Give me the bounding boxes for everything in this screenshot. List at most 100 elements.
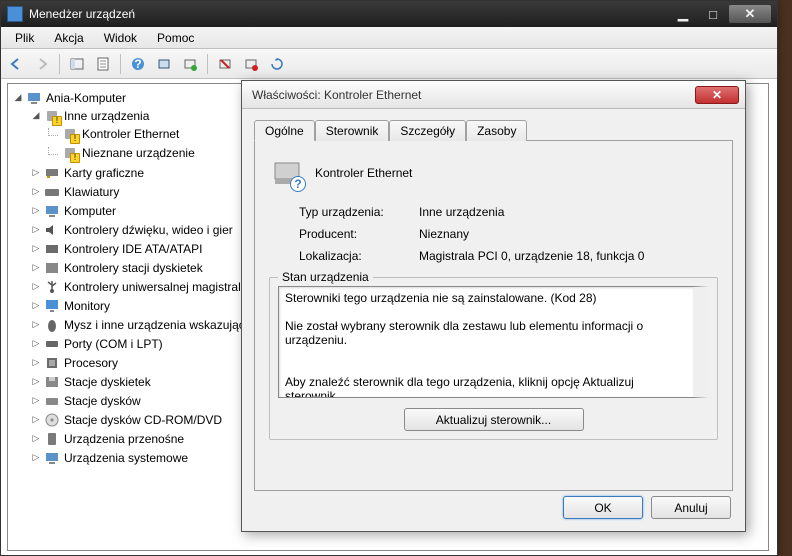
menubar: Plik Akcja Widok Pomoc: [1, 27, 777, 49]
dialog-titlebar[interactable]: Właściwości: Kontroler Ethernet ✕: [242, 81, 745, 109]
scroll-down-button[interactable]: ▾: [694, 382, 708, 396]
collapse-icon[interactable]: ◢: [30, 110, 42, 122]
properties-button[interactable]: [92, 53, 114, 75]
maximize-button[interactable]: □: [699, 5, 727, 23]
expand-icon[interactable]: ▷: [30, 433, 42, 445]
manufacturer-value: Nieznany: [419, 227, 718, 241]
expand-icon[interactable]: ▷: [30, 262, 42, 274]
expand-icon[interactable]: ▷: [30, 186, 42, 198]
collapse-icon[interactable]: ◢: [12, 92, 24, 104]
status-group-title: Stan urządzenia: [278, 270, 373, 284]
disable-button[interactable]: [240, 53, 262, 75]
tree-label: Klawiatury: [64, 185, 119, 199]
type-label: Typ urządzenia:: [299, 205, 419, 219]
floppy-controller-icon: [44, 260, 60, 276]
unknown-device-icon: !: [62, 126, 78, 142]
system-device-icon: [44, 450, 60, 466]
computer-icon: [44, 203, 60, 219]
tab-content-general: ? Kontroler Ethernet Typ urządzenia: Inn…: [254, 141, 733, 491]
computer-icon: [26, 90, 42, 106]
device-large-icon: ?: [269, 155, 305, 191]
processor-icon: [44, 355, 60, 371]
tab-driver[interactable]: Sterownik: [315, 120, 390, 141]
help-button[interactable]: ?: [127, 53, 149, 75]
menu-help[interactable]: Pomoc: [147, 29, 204, 47]
expand-icon[interactable]: ▷: [30, 281, 42, 293]
tree-label: Mysz i inne urządzenia wskazujące: [64, 318, 251, 332]
expand-icon[interactable]: ▷: [30, 319, 42, 331]
tab-resources[interactable]: Zasoby: [466, 120, 527, 141]
disk-drive-icon: [44, 393, 60, 409]
tabstrip: Ogólne Sterownik Szczegóły Zasoby: [254, 119, 733, 141]
device-status-group: Stan urządzenia Sterowniki tego urządzen…: [269, 277, 718, 440]
usb-controller-icon: [44, 279, 60, 295]
type-value: Inne urządzenia: [419, 205, 718, 219]
tree-label: Kontrolery dźwięku, wideo i gier: [64, 223, 233, 237]
device-name: Kontroler Ethernet: [315, 166, 412, 180]
expand-icon[interactable]: ▷: [30, 224, 42, 236]
monitor-icon: [44, 298, 60, 314]
cdrom-icon: [44, 412, 60, 428]
tree-label: Kontrolery stacji dyskietek: [64, 261, 203, 275]
toolbar: ?: [1, 49, 777, 79]
show-hide-tree-button[interactable]: [66, 53, 88, 75]
tree-root-label: Ania-Komputer: [46, 91, 126, 105]
ok-button[interactable]: OK: [563, 496, 643, 519]
tab-general[interactable]: Ogólne: [254, 120, 315, 141]
expand-icon[interactable]: ▷: [30, 376, 42, 388]
close-button[interactable]: ✕: [729, 5, 771, 23]
expand-icon[interactable]: ▷: [30, 205, 42, 217]
tree-label: Monitory: [64, 299, 110, 313]
location-value: Magistrala PCI 0, urządzenie 18, funkcja…: [419, 249, 718, 263]
tree-label: Stacje dysków: [64, 394, 141, 408]
menu-file[interactable]: Plik: [5, 29, 44, 47]
expand-icon[interactable]: ▷: [30, 243, 42, 255]
tree-label: Kontroler Ethernet: [82, 127, 179, 141]
tree-label: Urządzenia systemowe: [64, 451, 188, 465]
scan-button[interactable]: [153, 53, 175, 75]
device-status-text[interactable]: Sterowniki tego urządzenia nie są zainst…: [278, 286, 709, 398]
expand-icon[interactable]: ▷: [30, 338, 42, 350]
expand-icon[interactable]: ▷: [30, 167, 42, 179]
floppy-drive-icon: [44, 374, 60, 390]
ide-controller-icon: [44, 241, 60, 257]
tree-label: Stacje dyskietek: [64, 375, 151, 389]
refresh-button[interactable]: [266, 53, 288, 75]
expand-icon[interactable]: ▷: [30, 357, 42, 369]
forward-button[interactable]: [31, 53, 53, 75]
cancel-button[interactable]: Anuluj: [651, 496, 731, 519]
menu-action[interactable]: Akcja: [44, 29, 93, 47]
uninstall-button[interactable]: [214, 53, 236, 75]
unknown-device-icon: !: [62, 145, 78, 161]
manufacturer-label: Producent:: [299, 227, 419, 241]
speaker-icon: [44, 222, 60, 238]
port-icon: [44, 336, 60, 352]
question-badge-icon: ?: [290, 176, 306, 192]
tree-label: Nieznane urządzenie: [82, 146, 195, 160]
tree-label: Porty (COM i LPT): [64, 337, 163, 351]
back-button[interactable]: [5, 53, 27, 75]
tree-label: Urządzenia przenośne: [64, 432, 184, 446]
tree-label: Kontrolery IDE ATA/ATAPI: [64, 242, 203, 256]
location-label: Lokalizacja:: [299, 249, 419, 263]
titlebar[interactable]: Menedżer urządzeń ▁ □ ✕: [1, 1, 777, 27]
dialog-close-button[interactable]: ✕: [695, 86, 739, 104]
expand-icon[interactable]: ▷: [30, 395, 42, 407]
tree-label: Inne urządzenia: [64, 109, 149, 123]
tab-details[interactable]: Szczegóły: [389, 120, 466, 141]
tree-label: Komputer: [64, 204, 116, 218]
tree-label: Stacje dysków CD-ROM/DVD: [64, 413, 222, 427]
expand-icon[interactable]: ▷: [30, 452, 42, 464]
minimize-button[interactable]: ▁: [669, 5, 697, 23]
display-adapter-icon: [44, 165, 60, 181]
expand-icon[interactable]: ▷: [30, 300, 42, 312]
app-icon: [7, 6, 23, 22]
update-driver-button[interactable]: [179, 53, 201, 75]
menu-view[interactable]: Widok: [94, 29, 147, 47]
portable-device-icon: [44, 431, 60, 447]
scroll-up-button[interactable]: ▴: [694, 288, 708, 302]
mouse-icon: [44, 317, 60, 333]
expand-icon[interactable]: ▷: [30, 414, 42, 426]
update-driver-button[interactable]: Aktualizuj sterownik...: [404, 408, 584, 431]
tree-connector: [48, 147, 58, 155]
